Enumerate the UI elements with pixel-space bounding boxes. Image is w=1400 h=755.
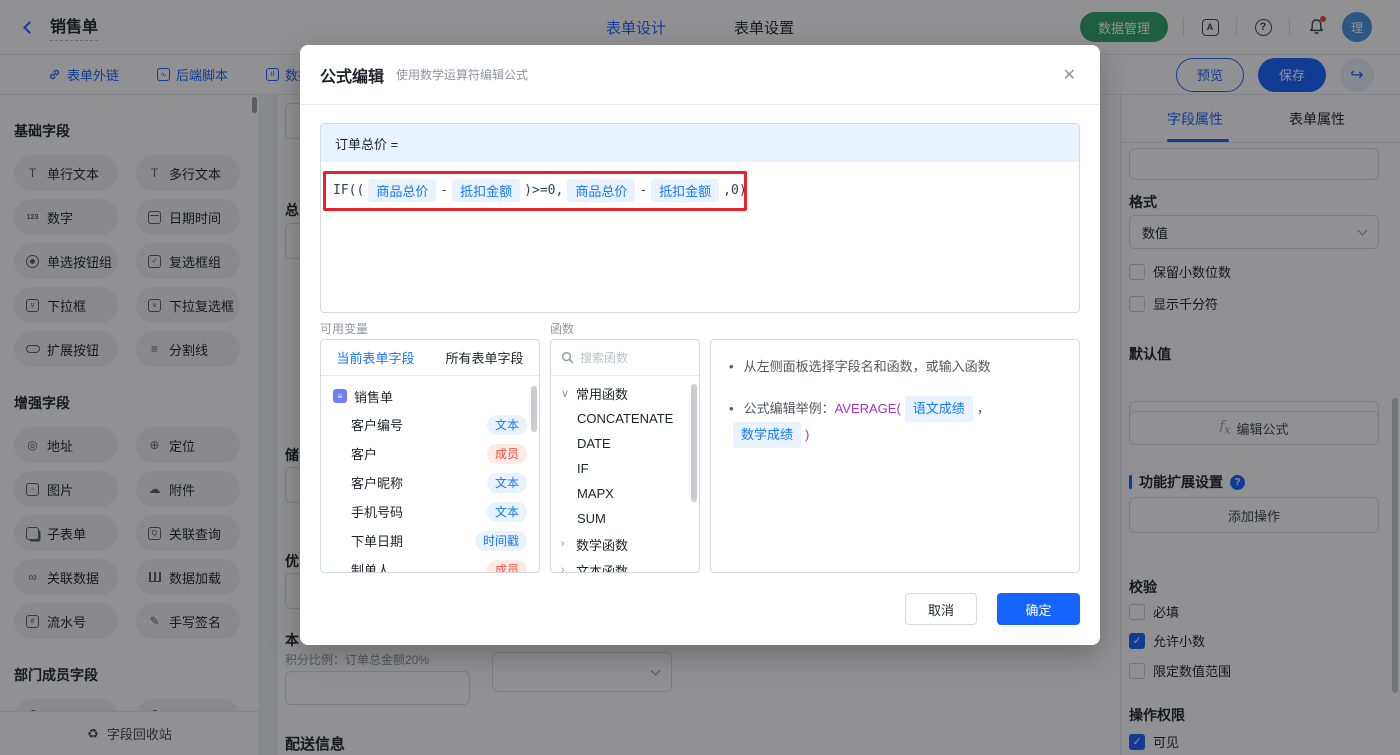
variable-row[interactable]: 制单人 成员 <box>321 555 539 572</box>
function-search-input[interactable] <box>580 350 680 365</box>
form-designer-app: 销售单 表单设计 表单设置 数据管理 A ? 理 表单外链 ∿ 后端脚本 ıl … <box>0 0 1400 755</box>
formula-token: )>=0, <box>524 183 564 198</box>
functions-box: ∨ 常用函数 CONCATENATE DATE IF MAPX SUM › 数学… <box>550 339 700 573</box>
function-group-text[interactable]: › 文本函数 <box>551 557 699 573</box>
type-badge: 文本 <box>486 472 527 493</box>
formula-target: 订单总价 = <box>321 124 1079 162</box>
tab-current-form-fields[interactable]: 当前表单字段 <box>321 348 430 367</box>
formula-token: ,0) <box>723 183 747 198</box>
example-field-chip: 语文成绩 <box>904 396 973 422</box>
field-chip[interactable]: 商品总价 <box>368 179 437 202</box>
function-search <box>551 340 699 376</box>
function-item[interactable]: SUM <box>551 506 699 531</box>
field-chip[interactable]: 抵扣金额 <box>651 179 720 202</box>
variable-row[interactable]: 客户 成员 <box>321 439 539 468</box>
field-chip[interactable]: 抵扣金额 <box>452 179 521 202</box>
formula-token: - <box>639 183 648 198</box>
tab-all-form-fields[interactable]: 所有表单字段 <box>430 348 539 367</box>
modal-subtitle: 使用数学运算符编辑公式 <box>396 68 529 82</box>
modal-title: 公式编辑 <box>320 68 385 86</box>
formula-input-line[interactable]: IF(( 商品总价 - 抵扣金额 )>=0, 商品总价 - 抵扣金额 ,0) <box>333 179 1067 202</box>
variable-row[interactable]: 客户昵称 文本 <box>321 468 539 497</box>
tip-line-1: 从左侧面板选择字段名和函数，或输入函数 <box>729 356 1061 378</box>
type-badge: 时间戳 <box>474 530 527 551</box>
formula-token: IF(( <box>333 183 365 198</box>
type-badge: 成员 <box>486 443 527 464</box>
variable-row[interactable]: 下单日期 时间戳 <box>321 526 539 555</box>
confirm-button[interactable]: 确定 <box>997 593 1080 625</box>
search-icon <box>561 351 574 364</box>
variable-row[interactable]: 手机号码 文本 <box>321 497 539 526</box>
tips-box: 从左侧面板选择字段名和函数，或输入函数 公式编辑举例： AVERAGE( 语文成… <box>710 339 1080 573</box>
type-badge: 文本 <box>486 501 527 522</box>
variables-box: 当前表单字段 所有表单字段 ≡ 销售单 客户编号 文本 客户 成员 客户昵称 文… <box>320 339 540 573</box>
document-icon: ≡ <box>333 389 347 403</box>
function-item[interactable]: DATE <box>551 431 699 456</box>
form-tree-root[interactable]: ≡ 销售单 <box>321 382 539 410</box>
example-field-chip: 数学成绩 <box>733 422 802 448</box>
functions-scrollbar[interactable] <box>691 384 697 502</box>
formula-token: - <box>440 183 449 198</box>
function-item[interactable]: CONCATENATE <box>551 406 699 431</box>
field-chip[interactable]: 商品总价 <box>567 179 636 202</box>
function-item[interactable]: MAPX <box>551 481 699 506</box>
tip-line-2: 公式编辑举例： AVERAGE( 语文成绩 ， 数学成绩 ) <box>729 396 1061 448</box>
chevron-down-icon: ∨ <box>561 387 570 400</box>
function-group-math[interactable]: › 数学函数 <box>551 531 699 557</box>
variable-row[interactable]: 客户编号 文本 <box>321 410 539 439</box>
function-group-common[interactable]: ∨ 常用函数 <box>551 380 699 406</box>
formula-editor: 订单总价 = IF(( 商品总价 - 抵扣金额 )>=0, 商品总价 - 抵扣金… <box>320 123 1080 313</box>
cancel-button[interactable]: 取消 <box>905 593 977 625</box>
close-icon[interactable]: ✕ <box>1063 65 1076 85</box>
variables-label: 可用变量 <box>320 322 369 336</box>
chevron-right-icon: › <box>561 564 565 573</box>
type-badge: 成员 <box>486 559 527 572</box>
type-badge: 文本 <box>486 414 527 435</box>
chevron-right-icon: › <box>561 538 565 550</box>
variables-scrollbar[interactable] <box>531 386 537 432</box>
formula-edit-modal: 公式编辑 使用数学运算符编辑公式 ✕ 订单总价 = IF(( 商品总价 - 抵扣… <box>300 45 1100 645</box>
functions-label: 函数 <box>550 322 575 336</box>
function-item[interactable]: IF <box>551 456 699 481</box>
